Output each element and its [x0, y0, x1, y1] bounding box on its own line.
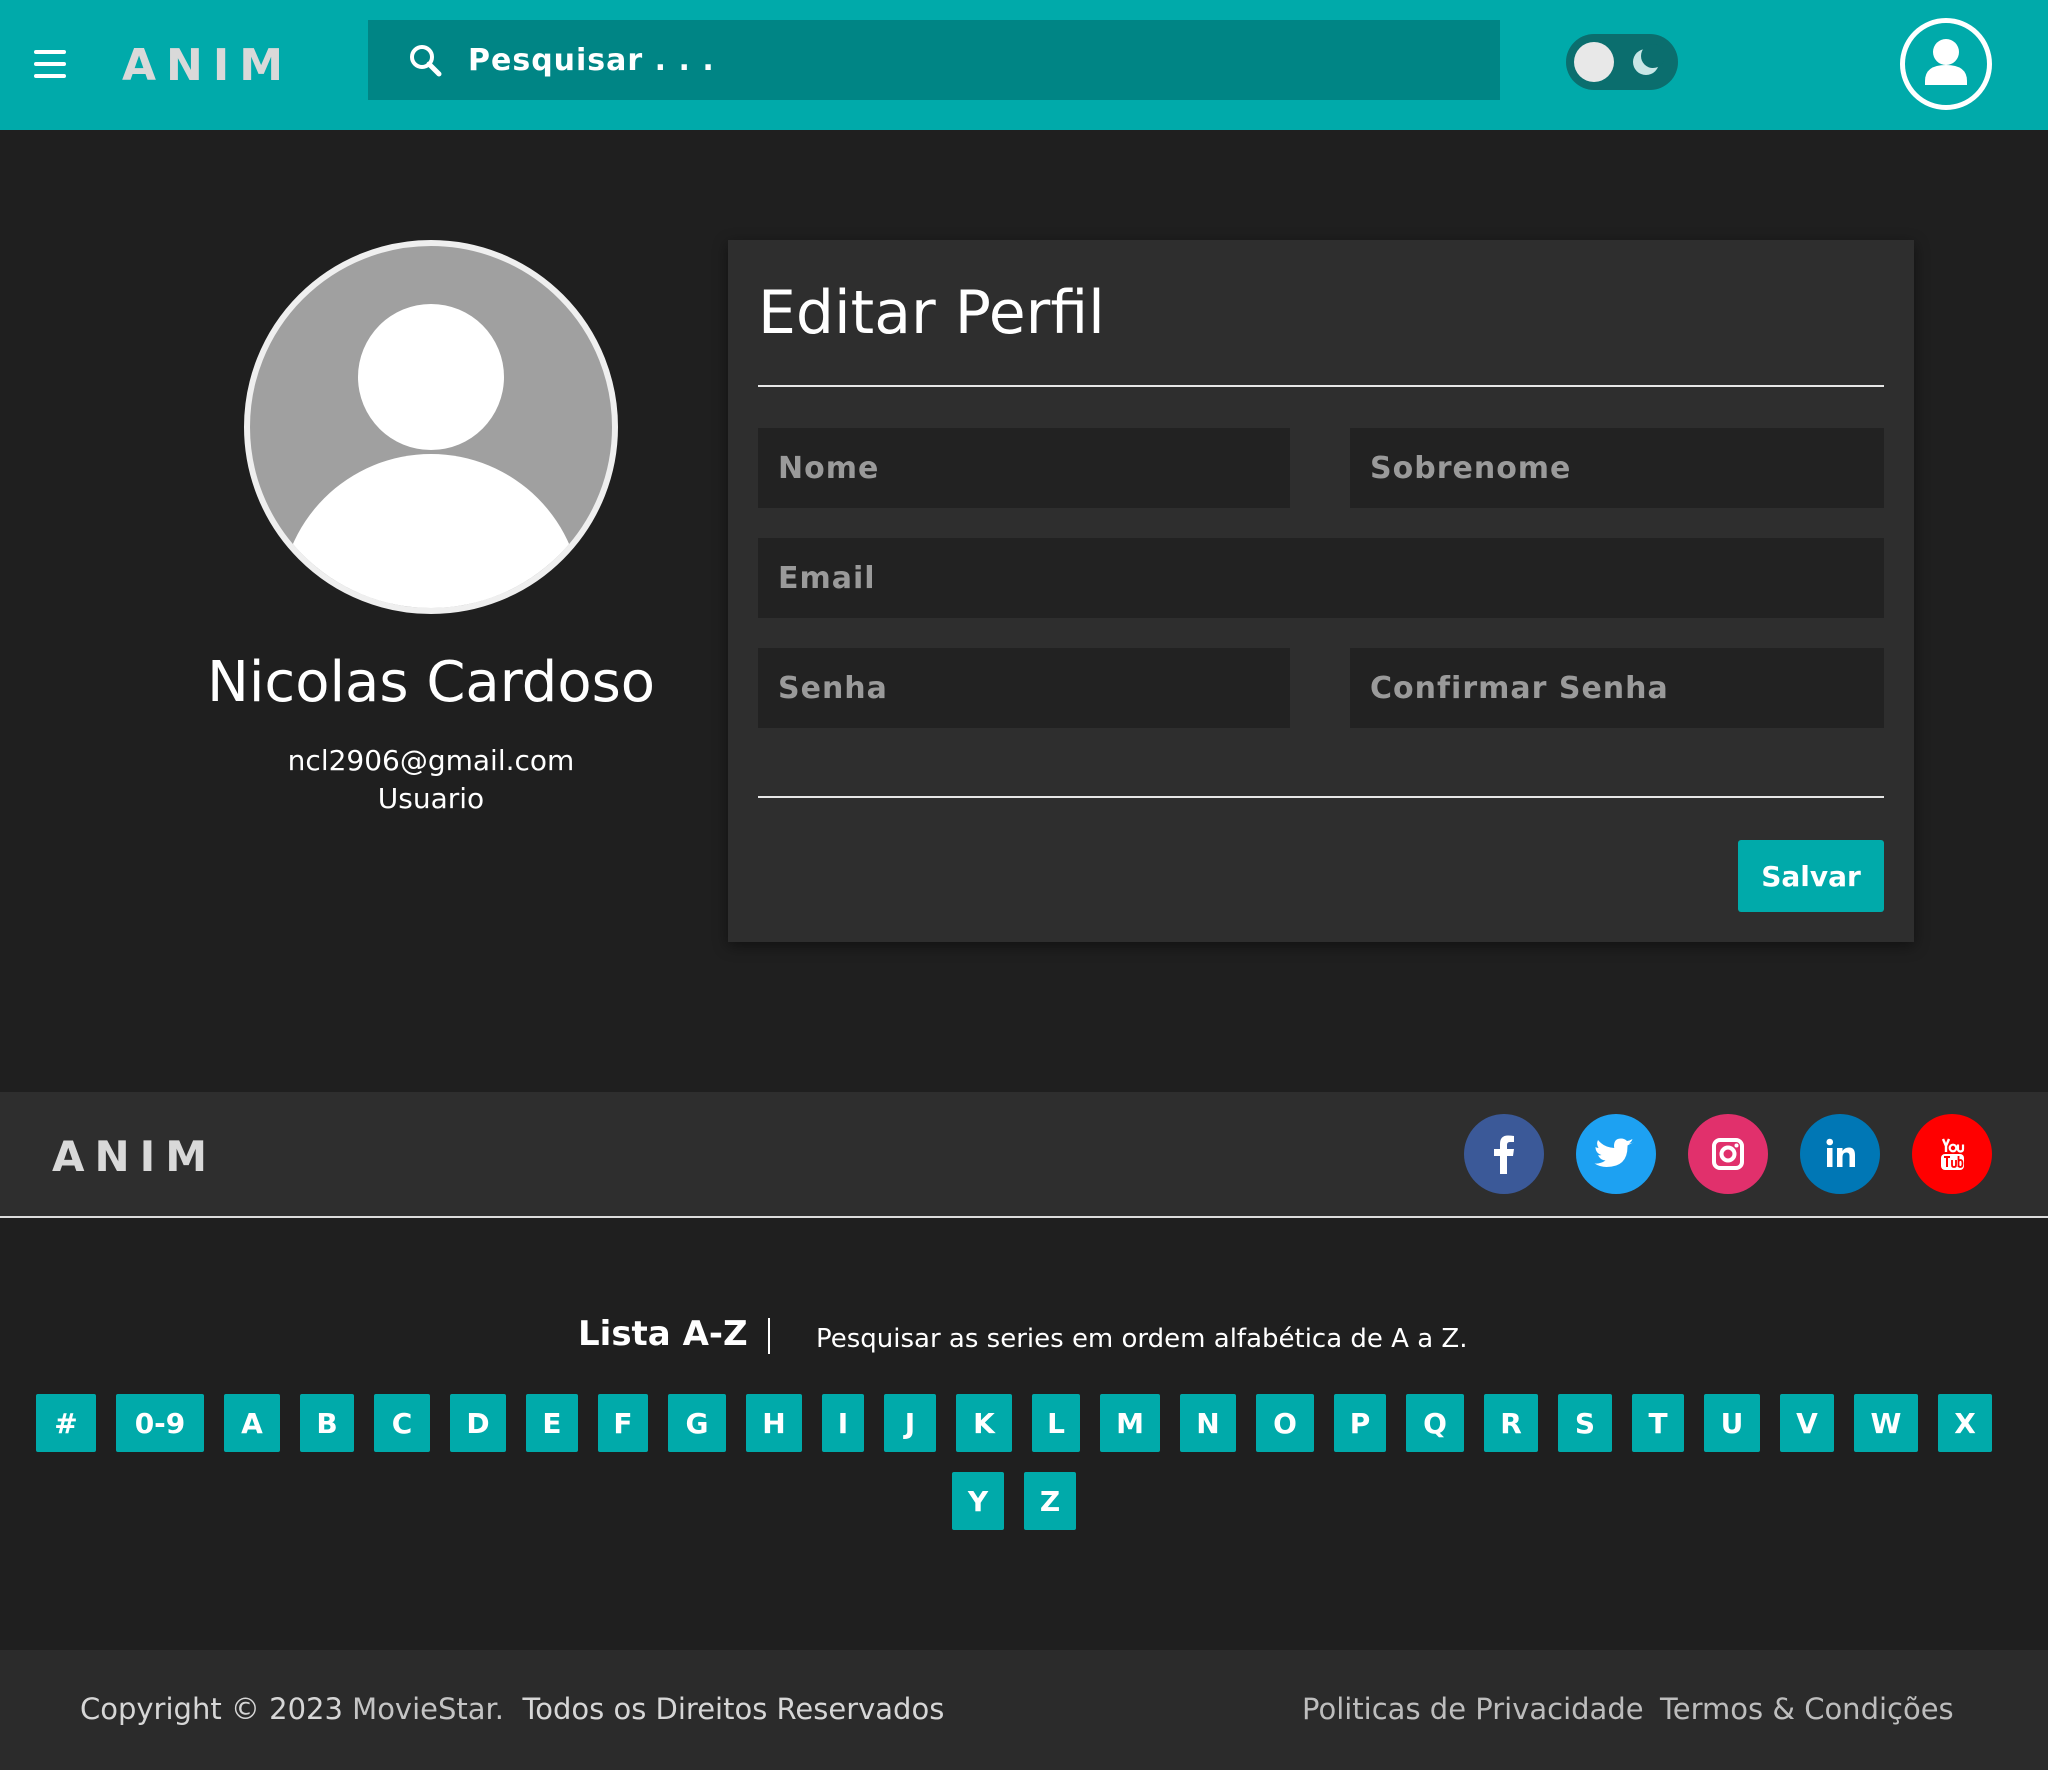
copyright-prefix: Copyright © 2023 [80, 1692, 343, 1726]
terms-link[interactable]: Termos & Condições [1660, 1692, 1954, 1726]
toggle-knob [1574, 42, 1614, 82]
profile-avatar [244, 240, 618, 614]
az-letter-r[interactable]: R [1484, 1394, 1538, 1452]
az-letter-i[interactable]: I [822, 1394, 864, 1452]
az-letter-h[interactable]: H [746, 1394, 802, 1452]
az-letter-c[interactable]: C [374, 1394, 430, 1452]
az-letter-w[interactable]: W [1854, 1394, 1918, 1452]
avatar-body [280, 454, 582, 608]
az-letter-u[interactable]: U [1704, 1394, 1760, 1452]
twitter-icon [1594, 1138, 1634, 1167]
facebook-button[interactable] [1464, 1114, 1544, 1194]
password-field[interactable] [758, 648, 1290, 728]
az-letter-o[interactable]: O [1256, 1394, 1314, 1452]
az-letter-j[interactable]: J [884, 1394, 936, 1452]
profile-email: ncl2906@gmail.com [287, 744, 575, 777]
az-letter-e[interactable]: E [526, 1394, 578, 1452]
az-letter-hash[interactable]: # [36, 1394, 96, 1452]
confirm-password-field[interactable] [1350, 648, 1884, 728]
menu-icon[interactable] [34, 50, 66, 78]
youtube-icon [1941, 1138, 1965, 1170]
user-account-button[interactable] [1900, 18, 1992, 110]
profile-name: Nicolas Cardoso [206, 650, 656, 715]
az-letter-a[interactable]: A [224, 1394, 280, 1452]
linkedin-button[interactable] [1800, 1114, 1880, 1194]
az-letter-g[interactable]: G [668, 1394, 726, 1452]
first-name-field[interactable] [758, 428, 1290, 508]
az-letter-z[interactable]: Z [1024, 1472, 1076, 1530]
az-letter-p[interactable]: P [1334, 1394, 1386, 1452]
youtube-button[interactable] [1912, 1114, 1992, 1194]
az-letter-v[interactable]: V [1780, 1394, 1834, 1452]
form-divider [758, 796, 1884, 798]
az-letter-x[interactable]: X [1938, 1394, 1992, 1452]
az-letter-b[interactable]: B [300, 1394, 354, 1452]
footer-band: ANIM [0, 1092, 2048, 1218]
twitter-button[interactable] [1576, 1114, 1656, 1194]
edit-profile-panel: Editar Perfil Salvar [728, 240, 1914, 942]
copyright-text: Copyright © 2023 MovieStar. Todos os Dir… [80, 1692, 944, 1726]
footer-logo[interactable]: ANIM [52, 1132, 217, 1181]
top-navbar: ANIM [0, 0, 2048, 130]
copyright-suffix: Todos os Direitos Reservados [522, 1692, 945, 1726]
az-letter-y[interactable]: Y [952, 1472, 1004, 1530]
search-input[interactable] [468, 42, 1368, 78]
az-letter-q[interactable]: Q [1406, 1394, 1464, 1452]
linkedin-icon [1826, 1138, 1855, 1167]
az-letter-d[interactable]: D [450, 1394, 506, 1452]
panel-title: Editar Perfil [758, 278, 1105, 348]
moon-icon [1633, 44, 1664, 75]
privacy-policy-link[interactable]: Politicas de Privacidade [1302, 1692, 1644, 1726]
az-letter-f[interactable]: F [598, 1394, 648, 1452]
az-letter-n[interactable]: N [1180, 1394, 1236, 1452]
save-button[interactable]: Salvar [1738, 840, 1884, 912]
az-separator [768, 1318, 770, 1354]
avatar-head [358, 304, 504, 450]
az-letter-m[interactable]: M [1100, 1394, 1160, 1452]
az-letter-t[interactable]: T [1632, 1394, 1684, 1452]
user-icon [1925, 39, 1967, 85]
az-list-title: Lista A-Z [578, 1314, 748, 1354]
theme-toggle[interactable] [1566, 34, 1678, 90]
bottom-bar: Copyright © 2023 MovieStar. Todos os Dir… [0, 1650, 2048, 1770]
az-letter-0-9[interactable]: 0-9 [116, 1394, 204, 1452]
az-letter-l[interactable]: L [1032, 1394, 1080, 1452]
instagram-button[interactable] [1688, 1114, 1768, 1194]
copyright-brand[interactable]: MovieStar. [352, 1692, 504, 1726]
az-letter-k[interactable]: K [956, 1394, 1012, 1452]
az-letter-s[interactable]: S [1558, 1394, 1612, 1452]
site-logo[interactable]: ANIM [122, 40, 293, 91]
title-divider [758, 385, 1884, 387]
profile-role: Usuario [377, 782, 485, 815]
search-bar [368, 20, 1500, 100]
search-icon[interactable] [408, 43, 442, 77]
last-name-field[interactable] [1350, 428, 1884, 508]
email-field[interactable] [758, 538, 1884, 618]
instagram-icon [1712, 1138, 1744, 1170]
az-list-description: Pesquisar as series em ordem alfabética … [816, 1324, 1468, 1354]
facebook-icon [1494, 1135, 1514, 1174]
